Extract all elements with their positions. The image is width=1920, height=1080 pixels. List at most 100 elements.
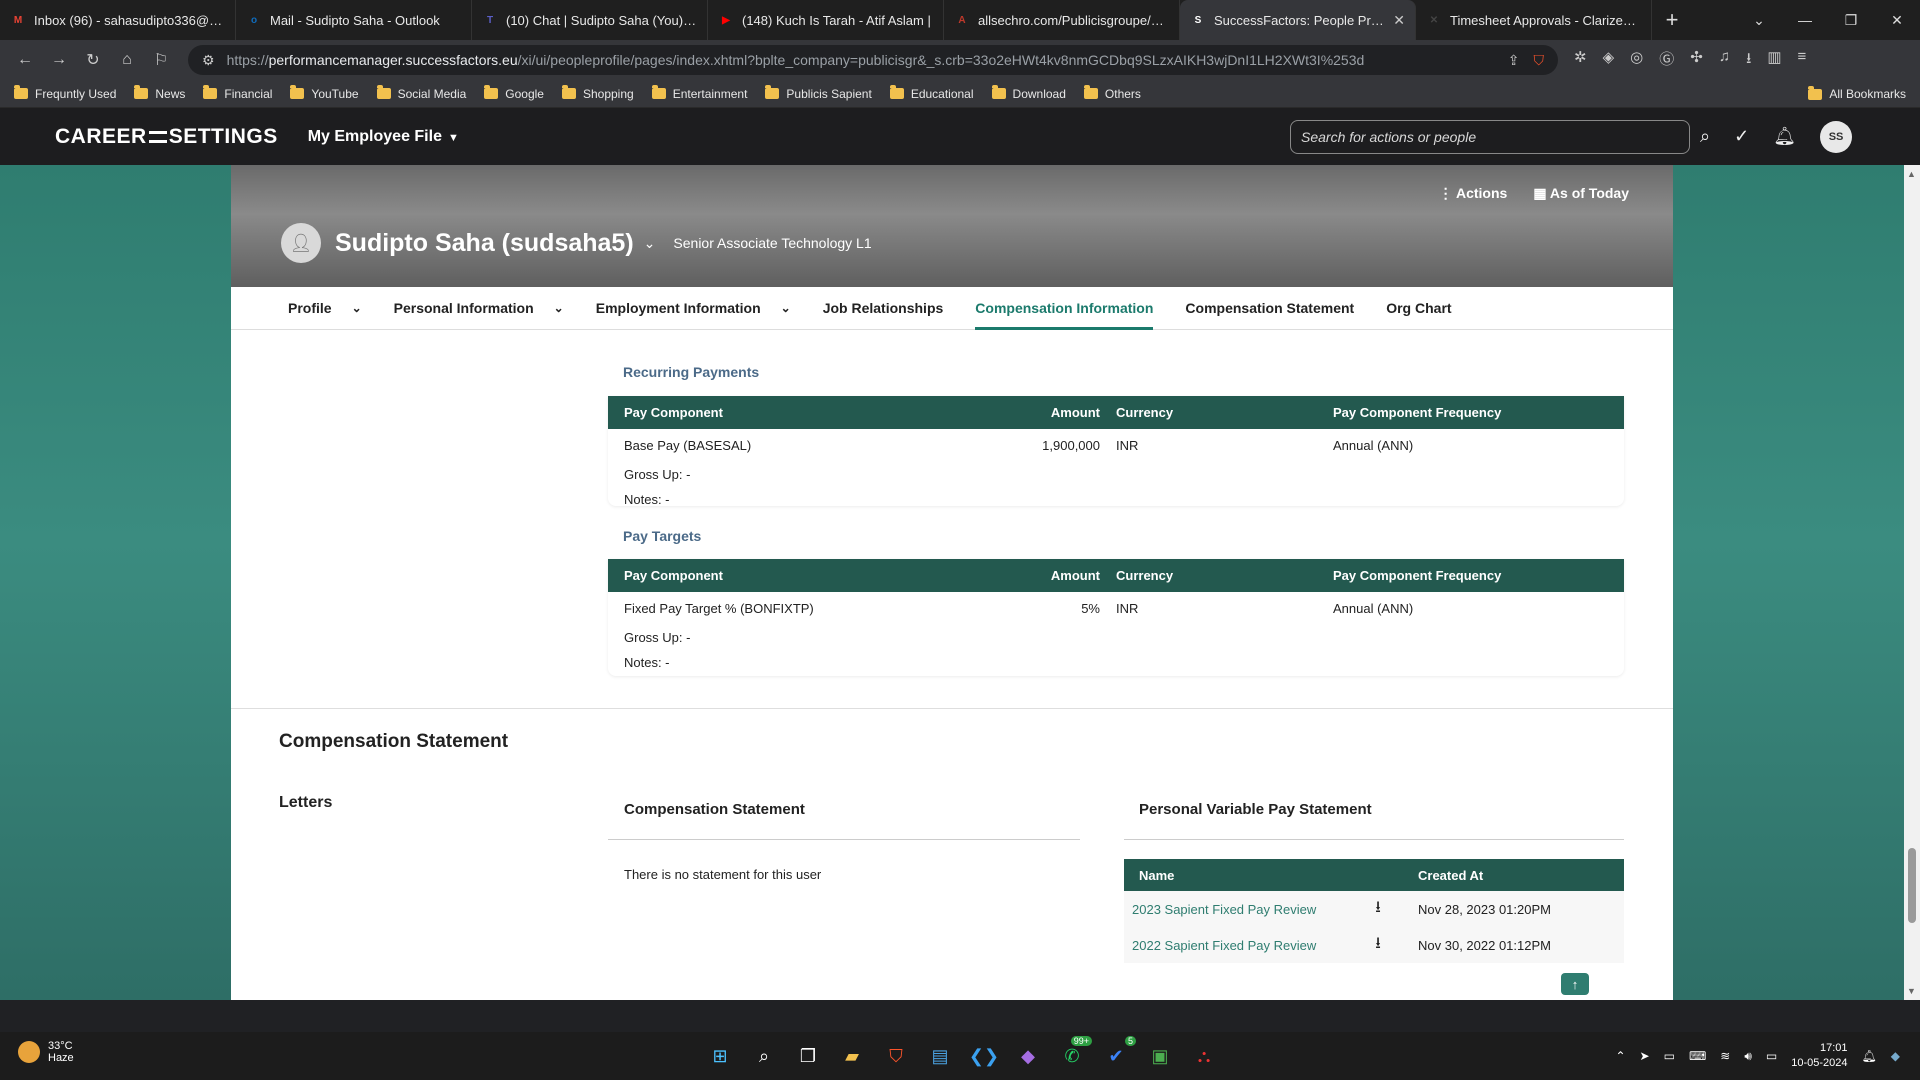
module-picker[interactable]: My Employee File ▼ (308, 128, 459, 146)
keyboard-icon[interactable]: ⌨ (1689, 1049, 1706, 1063)
download-icon[interactable]: ⭳ (1354, 932, 1402, 959)
search-icon[interactable]: ⌕ (1700, 126, 1710, 147)
display-icon[interactable]: ▭ (1664, 1049, 1675, 1063)
search-icon[interactable]: ⌕ (748, 1040, 780, 1072)
approvals-check-icon[interactable]: ✓ (1734, 126, 1749, 147)
weather-condition: Haze (48, 1052, 74, 1064)
bookmark-folder[interactable]: Google (484, 85, 544, 101)
browser-tab[interactable]: ▶ (148) Kuch Is Tarah - Atif Aslam | (708, 0, 944, 40)
forward-button[interactable]: → (42, 51, 76, 69)
music-icon[interactable]: ♫ (1719, 48, 1730, 73)
bookmark-folder[interactable]: YouTube (290, 85, 359, 101)
puzzle-icon[interactable]: ✣ (1690, 48, 1703, 73)
brave-shield-icon[interactable]: ⛉ (1534, 52, 1545, 69)
brave-browser-icon[interactable]: ⛉ (880, 1040, 912, 1072)
download-icon[interactable]: ⭳ (1746, 48, 1751, 73)
tab-profile[interactable]: Profile ⌄ (288, 287, 362, 330)
scroll-up-icon[interactable]: ▲ (1907, 169, 1916, 179)
bookmark-folder[interactable]: Shopping (561, 85, 634, 101)
tab-org-chart[interactable]: Org Chart (1386, 287, 1451, 330)
battery-icon[interactable]: ▭ (1766, 1049, 1777, 1063)
company-logo[interactable]: CAREER SETTINGS (55, 125, 278, 149)
tab-personal-information[interactable]: Personal Information ⌄ (394, 287, 564, 330)
bookmark-button[interactable]: ⚐ (144, 50, 178, 70)
share-icon[interactable]: ⇪ (1508, 52, 1520, 69)
tab-compensation-statement[interactable]: Compensation Statement (1185, 287, 1354, 330)
bookmark-folder[interactable]: Entertainment (651, 85, 747, 101)
tab-list-chevron-icon[interactable]: ⌄ (1736, 12, 1782, 29)
chevron-down-icon[interactable]: ⌄ (781, 301, 791, 315)
task-view-icon[interactable]: ❐ (792, 1040, 824, 1072)
search-input[interactable]: Search for actions or people (1290, 120, 1690, 154)
new-tab-button[interactable]: + (1652, 7, 1692, 33)
windows-start-icon[interactable]: ⊞ (704, 1040, 736, 1072)
home-button[interactable]: ⌂ (110, 51, 144, 69)
restore-button[interactable]: ❐ (1828, 12, 1874, 29)
extension-icon[interactable]: ◈ (1603, 48, 1615, 73)
bookmark-label: News (155, 86, 186, 101)
wifi-icon[interactable]: ≋ (1720, 1049, 1730, 1063)
browser-tab[interactable]: M Inbox (96) - sahasudipto336@gmail (0, 0, 236, 40)
minimize-button[interactable]: — (1782, 12, 1828, 28)
close-tab-icon[interactable]: ✕ (1393, 12, 1405, 29)
tab-employment-information[interactable]: Employment Information ⌄ (596, 287, 791, 330)
site-settings-icon[interactable]: ⚙ (202, 52, 215, 69)
download-icon[interactable]: ⭳ (1354, 896, 1402, 923)
browser-tab[interactable]: o Mail - Sudipto Saha - Outlook (236, 0, 472, 40)
vscode-icon[interactable]: ❮❯ (968, 1040, 1000, 1072)
scrollbar-thumb[interactable] (1908, 848, 1916, 923)
browser-tab[interactable]: S SuccessFactors: People Profile ✕ (1180, 0, 1416, 40)
bookmark-folder[interactable]: Frequntly Used (14, 85, 116, 101)
bookmark-folder[interactable]: Social Media (376, 85, 466, 101)
bookmark-folder[interactable]: News (134, 85, 186, 101)
url-field[interactable]: ⚙ https://performancemanager.successfact… (188, 45, 1558, 75)
acrobat-icon[interactable]: ⛬ (1188, 1040, 1220, 1072)
menu-icon[interactable]: ≡ (1798, 48, 1807, 73)
browser-tab[interactable]: Aallsechro.com/Publicisgroupe/comm (944, 0, 1180, 40)
close-window-button[interactable]: ✕ (1874, 12, 1920, 29)
remote-desktop-icon[interactable]: ▣ (1144, 1040, 1176, 1072)
back-button[interactable]: ← (8, 51, 42, 69)
chevron-down-icon[interactable]: ⌄ (644, 235, 656, 252)
all-bookmarks-button[interactable]: All Bookmarks (1808, 80, 1906, 108)
bookmark-folder[interactable]: Publicis Sapient (765, 85, 872, 101)
location-icon[interactable]: ➤ (1640, 1049, 1650, 1063)
chevron-down-icon[interactable]: ⌄ (554, 301, 564, 315)
as-of-today-button[interactable]: ▦ As of Today (1533, 185, 1629, 202)
successfactors-icon: S (1194, 14, 1202, 26)
browser-tab[interactable]: T (10) Chat | Sudipto Saha (You) | Micr (472, 0, 708, 40)
notepad-icon[interactable]: ▤ (924, 1040, 956, 1072)
bookmark-folder[interactable]: Educational (889, 85, 974, 101)
weather-widget[interactable]: 33°C Haze (18, 1040, 74, 1064)
extension-icon[interactable]: ◎ (1630, 48, 1643, 73)
notification-bell-icon[interactable]: 🔔︎ (1773, 126, 1796, 147)
reload-button[interactable]: ↻ (76, 50, 110, 70)
statement-link[interactable]: 2022 Sapient Fixed Pay Review (1124, 938, 1354, 953)
chevron-down-icon[interactable]: ⌄ (352, 301, 362, 315)
page-scrollbar[interactable]: ▲ ▼ (1904, 165, 1920, 1000)
scroll-to-top-button[interactable]: ↑ (1561, 973, 1589, 995)
visual-studio-icon[interactable]: ◆ (1012, 1040, 1044, 1072)
notification-icon[interactable]: 🔔︎ (1862, 1049, 1877, 1063)
whatsapp-icon[interactable]: ✆ 99+ (1056, 1036, 1092, 1072)
actions-button[interactable]: ⋮ Actions (1439, 185, 1508, 202)
bookmark-folder[interactable]: Financial (203, 85, 272, 101)
extension-icon[interactable]: ✲ (1574, 48, 1587, 73)
browser-tab[interactable]: ✕ Timesheet Approvals - Clarizen.com (1416, 0, 1652, 40)
user-avatar[interactable]: SS (1820, 120, 1853, 153)
copilot-icon[interactable]: ◆ (1891, 1049, 1900, 1063)
todo-icon[interactable]: ✔ 5 (1100, 1036, 1136, 1072)
volume-icon[interactable]: 🔊︎ (1744, 1049, 1752, 1064)
divider (1124, 839, 1624, 840)
scroll-down-icon[interactable]: ▼ (1907, 986, 1916, 996)
grammarly-icon[interactable]: Ⓖ (1659, 48, 1674, 73)
tray-chevron-icon[interactable]: ⌃ (1615, 1049, 1625, 1063)
clock[interactable]: 17:01 10-05-2024 (1791, 1041, 1847, 1071)
tab-compensation-information[interactable]: Compensation Information (975, 287, 1154, 330)
bookmark-folder[interactable]: Others (1083, 85, 1141, 101)
tab-job-relationships[interactable]: Job Relationships (823, 287, 944, 330)
file-explorer-icon[interactable]: ▰ (836, 1040, 868, 1072)
statement-link[interactable]: 2023 Sapient Fixed Pay Review (1124, 902, 1354, 917)
bookmark-folder[interactable]: Download (991, 85, 1066, 101)
sidebar-icon[interactable]: ▥ (1767, 48, 1781, 73)
